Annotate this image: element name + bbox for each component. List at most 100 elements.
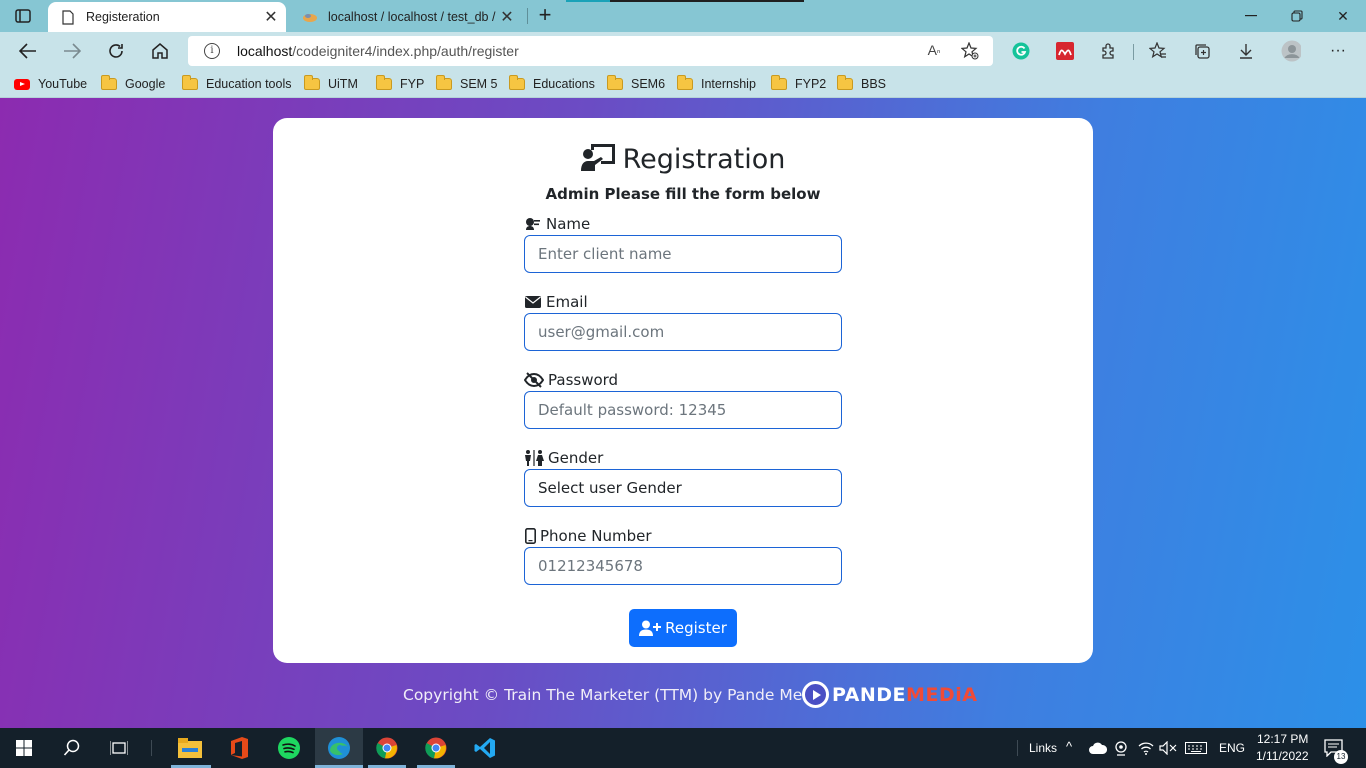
read-aloud-icon[interactable]: Aⁿ: [924, 42, 944, 60]
gender-label: Gender: [524, 449, 603, 467]
tab-registration[interactable]: Registeration ✕: [48, 2, 286, 32]
folder-icon: [101, 75, 117, 90]
page-background: Registration Admin Please fill the form …: [0, 98, 1366, 728]
office-icon[interactable]: [227, 736, 251, 760]
chrome-icon[interactable]: [375, 736, 399, 760]
bookmark-folder-educations[interactable]: Educations: [509, 75, 595, 92]
bookmark-folder-fyp2[interactable]: FYP2: [771, 75, 826, 92]
folder-icon: [607, 75, 623, 90]
password-input[interactable]: Default password: 12345: [524, 391, 842, 429]
phpmyadmin-icon: [302, 9, 318, 25]
address-bar[interactable]: i localhost/codeigniter4/index.php/auth/…: [188, 36, 993, 66]
volume-muted-icon[interactable]: [1156, 736, 1180, 760]
refresh-button[interactable]: [104, 40, 128, 62]
tab-phpmyadmin[interactable]: localhost / localhost / test_db / u ✕: [290, 2, 522, 32]
grammarly-icon[interactable]: [1011, 41, 1031, 61]
bookmark-folder-google[interactable]: Google: [101, 75, 165, 92]
bookmarks-bar: YouTube Google Education tools UiTM FYP …: [0, 70, 1366, 98]
back-button[interactable]: [16, 40, 40, 62]
extensions-icon[interactable]: [1099, 41, 1119, 61]
play-logo-icon: [802, 681, 829, 708]
restroom-icon: [524, 450, 544, 466]
restore-button[interactable]: [1274, 4, 1320, 28]
close-window-button[interactable]: ✕: [1320, 4, 1366, 28]
email-input[interactable]: user@gmail.com: [524, 313, 842, 351]
browser-toolbar: i localhost/codeigniter4/index.php/auth/…: [0, 32, 1366, 70]
windows-taskbar: Links ^ ENG 12:17 PM 1/11/2022 13: [0, 728, 1366, 768]
tab-title: Registeration: [86, 10, 160, 24]
youtube-icon: [14, 78, 30, 90]
taskbar-divider: [151, 740, 152, 756]
chrome-profile-icon[interactable]: [424, 736, 448, 760]
bookmark-youtube[interactable]: YouTube: [14, 76, 87, 92]
bookmark-folder-bbs[interactable]: BBS: [837, 75, 886, 92]
bookmark-folder-education-tools[interactable]: Education tools: [182, 75, 291, 92]
password-label: Password: [524, 371, 618, 389]
spotify-icon[interactable]: [277, 736, 301, 760]
taskbar-divider: [1017, 740, 1018, 756]
bookmark-folder-sem5[interactable]: SEM 5: [436, 75, 498, 92]
show-hidden-icons-icon[interactable]: ^: [1066, 739, 1072, 754]
clock-time[interactable]: 12:17 PM: [1257, 732, 1308, 746]
close-tab-icon[interactable]: ✕: [496, 7, 518, 27]
phone-input[interactable]: 01212345678: [524, 547, 842, 585]
user-plus-icon: [639, 620, 662, 636]
id-card-icon: [524, 216, 542, 232]
folder-icon: [771, 75, 787, 90]
folder-icon: [509, 75, 525, 90]
onedrive-icon[interactable]: [1086, 736, 1110, 760]
bookmark-folder-uitm[interactable]: UiTM: [304, 75, 358, 92]
home-button[interactable]: [148, 40, 172, 62]
registration-card: Registration Admin Please fill the form …: [273, 118, 1093, 663]
tab-divider: [527, 8, 528, 24]
url-text[interactable]: localhost/codeigniter4/index.php/auth/re…: [237, 43, 519, 59]
webcam-icon[interactable]: [1109, 736, 1133, 760]
language-indicator[interactable]: ENG: [1219, 741, 1245, 755]
footer-copyright: Copyright © Train The Marketer (TTM) by …: [403, 686, 826, 704]
close-tab-icon[interactable]: ✕: [260, 7, 282, 27]
tab-actions-icon[interactable]: [14, 7, 32, 25]
links-toolbar[interactable]: Links: [1029, 741, 1057, 755]
eye-slash-icon: [524, 372, 544, 388]
form-subtitle: Admin Please fill the form below: [545, 185, 821, 203]
page-icon: [60, 9, 76, 25]
notification-count-badge: 13: [1334, 750, 1348, 764]
mendeley-icon[interactable]: [1055, 41, 1075, 61]
wifi-icon[interactable]: [1134, 736, 1158, 760]
file-explorer-icon[interactable]: [178, 736, 202, 760]
folder-icon: [837, 75, 853, 90]
mobile-icon: [524, 528, 536, 544]
favorites-icon[interactable]: [1148, 41, 1168, 61]
keyboard-icon[interactable]: [1184, 736, 1208, 760]
folder-icon: [376, 75, 392, 90]
new-tab-button[interactable]: +: [534, 4, 556, 26]
collections-icon[interactable]: [1192, 41, 1212, 61]
search-icon[interactable]: [60, 736, 84, 760]
forward-button[interactable]: [60, 40, 84, 62]
tab-title: localhost / localhost / test_db / u: [328, 10, 496, 24]
profile-avatar-icon[interactable]: [1281, 40, 1301, 62]
gender-select[interactable]: Select user Gender: [524, 469, 842, 507]
clock-date[interactable]: 1/11/2022: [1256, 749, 1309, 763]
bookmark-folder-sem6[interactable]: SEM6: [607, 75, 665, 92]
edge-browser-icon[interactable]: [327, 736, 351, 760]
site-info-icon[interactable]: i: [204, 43, 220, 59]
name-input[interactable]: Enter client name: [524, 235, 842, 273]
windows-start-icon[interactable]: [12, 736, 36, 760]
register-button[interactable]: Register: [629, 609, 737, 647]
pandemedia-logo: PANDEMEDiA: [802, 681, 977, 708]
folder-icon: [182, 75, 198, 90]
chalkboard-teacher-icon: [580, 142, 617, 179]
minimize-button[interactable]: [1228, 4, 1274, 28]
name-label: Name: [524, 215, 590, 233]
phone-label: Phone Number: [524, 527, 652, 545]
downloads-icon[interactable]: [1236, 41, 1256, 61]
page-title: Registration: [273, 142, 1093, 179]
add-favorite-icon[interactable]: [960, 41, 980, 60]
more-options-icon[interactable]: ···: [1328, 41, 1348, 61]
folder-icon: [677, 75, 693, 90]
bookmark-folder-fyp[interactable]: FYP: [376, 75, 424, 92]
task-view-icon[interactable]: [107, 736, 131, 760]
vscode-icon[interactable]: [473, 736, 497, 760]
bookmark-folder-internship[interactable]: Internship: [677, 75, 756, 92]
